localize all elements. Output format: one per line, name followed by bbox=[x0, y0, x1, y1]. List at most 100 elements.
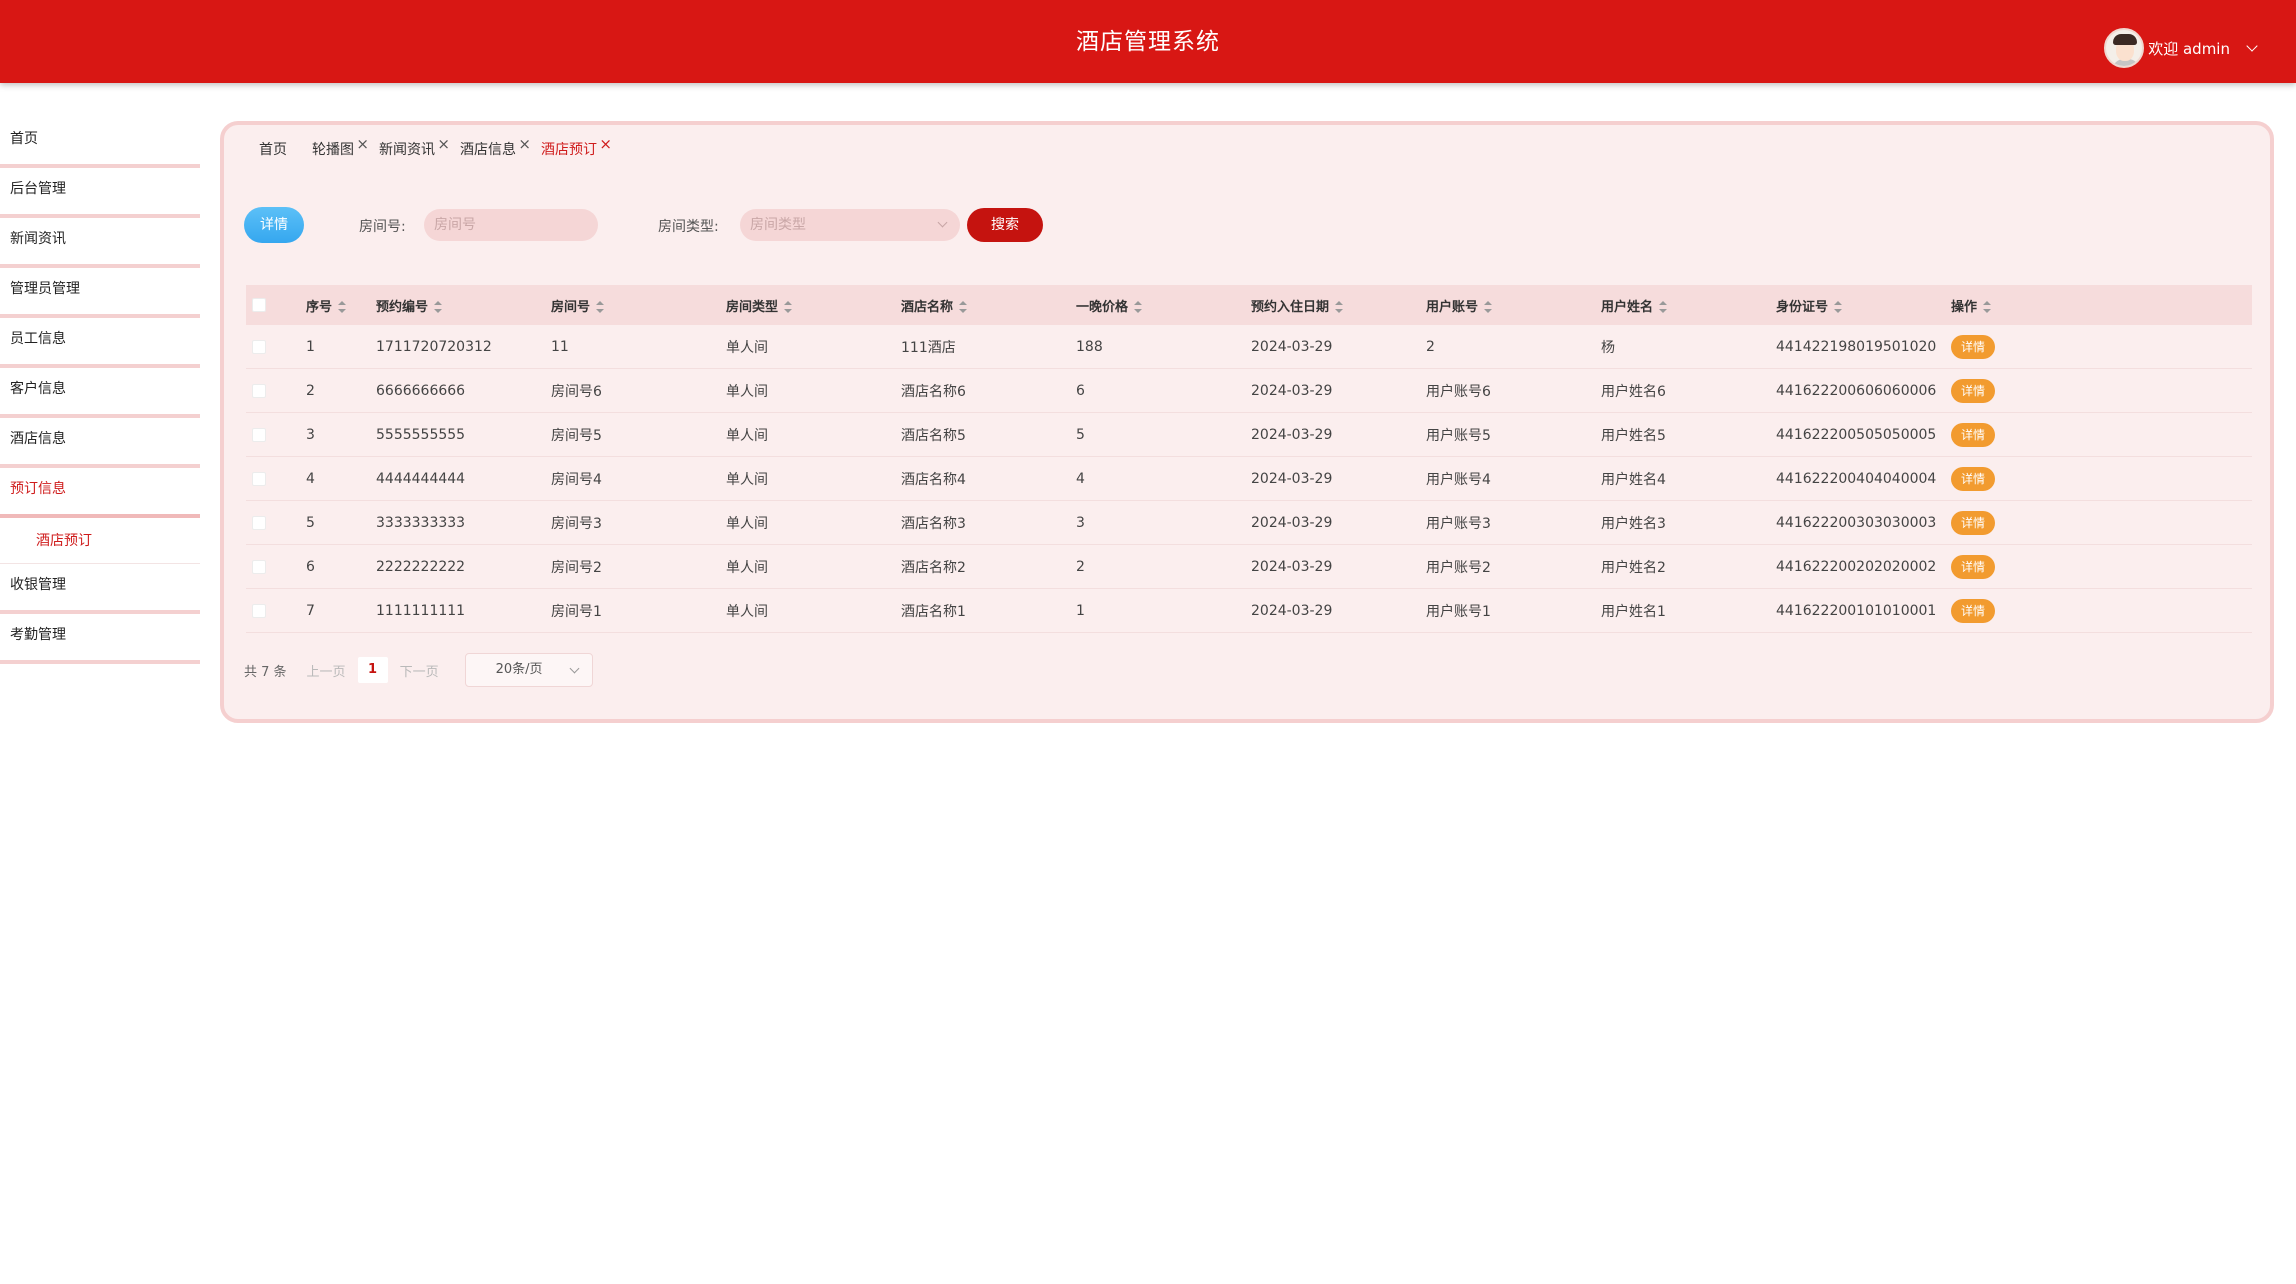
row-checkbox[interactable] bbox=[252, 427, 266, 442]
sort-icon[interactable] bbox=[1134, 301, 1143, 313]
column-header-label: 一晚价格 bbox=[1076, 299, 1129, 315]
table-cell: 单人间 bbox=[726, 339, 768, 356]
user-menu[interactable]: 欢迎 admin bbox=[2104, 28, 2258, 68]
sort-icon[interactable] bbox=[784, 301, 793, 313]
app-title: 酒店管理系统 bbox=[1076, 29, 1220, 55]
row-detail-button[interactable]: 详情 bbox=[1951, 422, 1995, 447]
prev-page-button[interactable]: 上一页 bbox=[307, 661, 346, 680]
sort-icon[interactable] bbox=[338, 301, 347, 313]
row-select-cell bbox=[246, 383, 306, 398]
row-checkbox[interactable] bbox=[252, 559, 266, 574]
sidebar-item-cashier[interactable]: 收银管理 bbox=[0, 564, 200, 614]
tab-hotel-info[interactable]: 酒店信息 × bbox=[460, 135, 531, 159]
sidebar-item-customers[interactable]: 客户信息 bbox=[0, 368, 200, 418]
close-icon[interactable]: × bbox=[599, 135, 612, 153]
column-header[interactable]: 序号 bbox=[306, 296, 376, 315]
column-header[interactable]: 预约编号 bbox=[376, 296, 551, 315]
sort-icon[interactable] bbox=[596, 301, 605, 313]
column-header[interactable]: 预约入住日期 bbox=[1251, 296, 1426, 315]
row-checkbox[interactable] bbox=[252, 471, 266, 486]
close-icon[interactable]: × bbox=[437, 135, 450, 153]
table-cell: 3333333333 bbox=[376, 514, 466, 531]
table-row[interactable]: 4 4444444444 房间号4 单人间 酒店名称4 4 2024-03-29 用户账号4 用… bbox=[246, 457, 2252, 501]
page-size-select[interactable]: 20条/页 bbox=[464, 653, 593, 687]
detail-button[interactable]: 详情 bbox=[244, 207, 304, 243]
sort-icon[interactable] bbox=[1659, 301, 1668, 313]
sidebar-item-administrators[interactable]: 管理员管理 bbox=[0, 268, 200, 318]
column-header[interactable]: 酒店名称 bbox=[901, 296, 1076, 315]
table-cell: 2 bbox=[1076, 558, 1085, 575]
column-header[interactable]: 身份证号 bbox=[1776, 296, 1951, 315]
column-header-label: 序号 bbox=[306, 299, 333, 315]
sort-icon[interactable] bbox=[1335, 301, 1344, 313]
row-detail-button[interactable]: 详情 bbox=[1951, 466, 1995, 491]
sort-icon[interactable] bbox=[959, 301, 968, 313]
sidebar-item-attendance[interactable]: 考勤管理 bbox=[0, 614, 200, 664]
column-header[interactable]: 房间类型 bbox=[726, 296, 901, 315]
action-cell: 详情 bbox=[1951, 510, 2126, 535]
table-row[interactable]: 3 5555555555 房间号5 单人间 酒店名称5 5 2024-03-29 用户账号5 用… bbox=[246, 413, 2252, 457]
sidebar-subitem-hotel-booking[interactable]: 酒店预订 bbox=[0, 518, 200, 564]
row-checkbox[interactable] bbox=[252, 339, 266, 354]
tab-label: 轮播图 bbox=[312, 142, 354, 158]
sidebar-item-news[interactable]: 新闻资讯 bbox=[0, 218, 200, 268]
tab-label: 酒店信息 bbox=[460, 142, 516, 158]
sidebar-item-hotels[interactable]: 酒店信息 bbox=[0, 418, 200, 468]
sidebar-item-staff[interactable]: 员工信息 bbox=[0, 318, 200, 368]
row-checkbox[interactable] bbox=[252, 515, 266, 530]
table-row[interactable]: 7 1111111111 房间号1 单人间 酒店名称1 1 2024-03-29 用户账号1 用… bbox=[246, 589, 2252, 633]
column-header[interactable]: 一晚价格 bbox=[1076, 296, 1251, 315]
table-row[interactable]: 5 3333333333 房间号3 单人间 酒店名称3 3 2024-03-29 用户账号3 用… bbox=[246, 501, 2252, 545]
table-cell: 441622200404040004 bbox=[1776, 470, 1937, 487]
tab-news[interactable]: 新闻资讯 × bbox=[379, 135, 450, 159]
search-button[interactable]: 搜索 bbox=[967, 208, 1043, 242]
page-size-value: 20条/页 bbox=[495, 662, 543, 677]
tab-carousel[interactable]: 轮播图 × bbox=[312, 135, 369, 159]
column-header-label: 房间号 bbox=[551, 299, 591, 315]
row-checkbox[interactable] bbox=[252, 603, 266, 618]
row-detail-button[interactable]: 详情 bbox=[1951, 334, 1995, 359]
sidebar-item-home[interactable]: 首页 bbox=[0, 118, 200, 168]
chevron-down-icon[interactable] bbox=[2246, 40, 2258, 52]
row-detail-button[interactable]: 详情 bbox=[1951, 598, 1995, 623]
table-cell: 酒店名称4 bbox=[901, 471, 966, 488]
table-cell: 11 bbox=[551, 338, 569, 355]
table-cell: 2024-03-29 bbox=[1251, 514, 1333, 531]
row-detail-button[interactable]: 详情 bbox=[1951, 378, 1995, 403]
column-header[interactable]: 操作 bbox=[1951, 296, 2126, 315]
sort-icon[interactable] bbox=[1983, 301, 1992, 313]
close-icon[interactable]: × bbox=[518, 135, 531, 153]
row-detail-button[interactable]: 详情 bbox=[1951, 554, 1995, 579]
table-row[interactable]: 2 6666666666 房间号6 单人间 酒店名称6 6 2024-03-29 用户账号6 用… bbox=[246, 369, 2252, 413]
sidebar-item-admin[interactable]: 后台管理 bbox=[0, 168, 200, 218]
table-cell: 酒店名称3 bbox=[901, 515, 966, 532]
table-cell: 2024-03-29 bbox=[1251, 382, 1333, 399]
room-no-input[interactable]: 房间号 bbox=[424, 209, 598, 241]
row-select-cell bbox=[246, 339, 306, 354]
sort-icon[interactable] bbox=[1834, 301, 1843, 313]
column-header[interactable]: 用户姓名 bbox=[1601, 296, 1776, 315]
table-cell: 用户账号4 bbox=[1426, 471, 1491, 488]
column-header[interactable]: 房间号 bbox=[551, 296, 726, 315]
room-type-select[interactable]: 房间类型 bbox=[740, 209, 960, 241]
close-icon[interactable]: × bbox=[356, 135, 369, 153]
row-detail-button[interactable]: 详情 bbox=[1951, 510, 1995, 535]
table-row[interactable]: 1 1711720720312 11 单人间 111酒店 188 2024-03-29 2 杨 4… bbox=[246, 325, 2252, 369]
column-header[interactable]: 用户账号 bbox=[1426, 296, 1601, 315]
table-cell: 111酒店 bbox=[901, 339, 956, 356]
table-row[interactable]: 6 2222222222 房间号2 单人间 酒店名称2 2 2024-03-29 用户账号2 用… bbox=[246, 545, 2252, 589]
row-checkbox[interactable] bbox=[252, 383, 266, 398]
sidebar-item-label: 酒店信息 bbox=[10, 431, 66, 447]
tab-home[interactable]: 首页 bbox=[259, 139, 287, 159]
sort-icon[interactable] bbox=[434, 301, 443, 313]
sort-icon[interactable] bbox=[1484, 301, 1493, 313]
table-body: 1 1711720720312 11 单人间 111酒店 188 2024-03-29 2 杨 4… bbox=[246, 325, 2252, 633]
page-number-button[interactable]: 1 bbox=[357, 657, 388, 683]
action-cell: 详情 bbox=[1951, 334, 2126, 359]
table-cell: 酒店名称1 bbox=[901, 603, 966, 620]
sidebar-item-bookings[interactable]: 预订信息 bbox=[0, 468, 200, 518]
next-page-button[interactable]: 下一页 bbox=[400, 661, 439, 680]
tab-hotel-booking[interactable]: 酒店预订 × bbox=[541, 135, 612, 159]
table-cell: 4444444444 bbox=[376, 470, 466, 487]
select-all-checkbox[interactable] bbox=[252, 298, 266, 312]
